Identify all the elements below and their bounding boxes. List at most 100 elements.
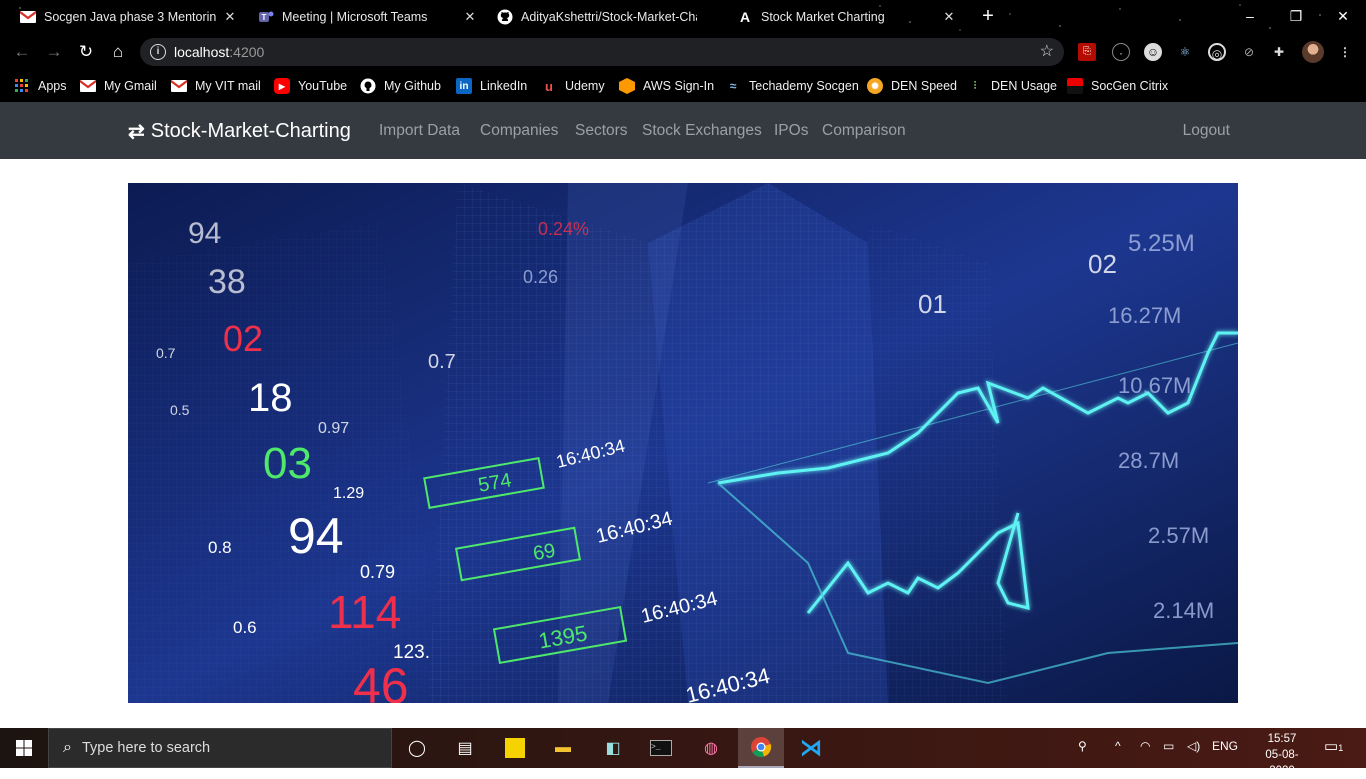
bookmark-socgen-citrix[interactable]: SocGen Citrix bbox=[1067, 76, 1168, 96]
reload-icon[interactable]: ↻ bbox=[76, 42, 96, 62]
forward-arrow-icon[interactable]: → bbox=[44, 42, 64, 62]
bookmark-label: Apps bbox=[38, 79, 67, 93]
techademy-icon: ≈ bbox=[729, 79, 737, 93]
value-0-26: 0.26 bbox=[523, 267, 558, 287]
chrome-taskbar-icon[interactable] bbox=[738, 728, 784, 768]
nav-companies[interactable]: Companies bbox=[480, 122, 558, 140]
nav-comparison[interactable]: Comparison bbox=[822, 122, 906, 140]
bookmark-my-gmail[interactable]: My Gmail bbox=[80, 76, 157, 96]
terminal-icon[interactable]: >_ bbox=[646, 734, 676, 762]
hero-illustration: 94 38 02 18 0.7 0.5 0.8 0.6 1.29 0.97 0.… bbox=[128, 183, 1238, 703]
bookmark-techademy[interactable]: ≈ Techademy Socgen bbox=[725, 76, 859, 96]
wifi-icon[interactable]: ◠ bbox=[1140, 739, 1150, 753]
volume-icon[interactable]: ◁) bbox=[1187, 739, 1200, 753]
address-bar[interactable]: i localhost:4200 ☆ bbox=[140, 38, 1064, 66]
home-icon[interactable]: ⌂ bbox=[108, 42, 128, 62]
bookmark-den-usage[interactable]: ⫶ DEN Usage bbox=[967, 76, 1057, 96]
ghost-extension-icon[interactable]: ☺ bbox=[1144, 43, 1162, 61]
ticker-0-5: 0.5 bbox=[170, 402, 190, 418]
target-extension-icon[interactable]: ◎ bbox=[1208, 43, 1226, 61]
back-arrow-icon[interactable]: ← bbox=[12, 42, 32, 62]
bookmark-linkedin[interactable]: in LinkedIn bbox=[456, 76, 527, 96]
tab-github-repo[interactable]: AdityaKshettri/Stock-Market-Cha bbox=[497, 0, 717, 34]
pct-0-24: 0.24% bbox=[538, 219, 589, 239]
cortana-icon[interactable]: ◯ bbox=[402, 734, 432, 762]
nav-stock-exchanges[interactable]: Stock Exchanges bbox=[642, 122, 762, 140]
windows-taskbar: ⌕ Type here to search ◯ ▤ ▬ ◧ >_ ◍ ⋊ ⚲ ^… bbox=[0, 728, 1366, 777]
volume-2-14m: 2.14M bbox=[1153, 598, 1214, 623]
bookmark-aws-sign-in[interactable]: AWS Sign-In bbox=[619, 76, 714, 96]
browser-toolbar: ← → ↻ ⌂ i localhost:4200 ☆ ⎘ · ☺ ⚛ ◎ ⊘ ✚… bbox=[0, 34, 1366, 70]
close-window-icon[interactable]: ✕ bbox=[1333, 6, 1353, 26]
bookmark-label: My Github bbox=[384, 79, 441, 93]
people-icon[interactable]: ⚲ bbox=[1078, 739, 1087, 753]
volume-2-57m: 2.57M bbox=[1148, 523, 1209, 548]
bookmark-udemy[interactable]: u Udemy bbox=[541, 76, 605, 96]
new-tab-button[interactable]: + bbox=[978, 6, 998, 26]
sticky-notes-icon[interactable] bbox=[500, 734, 530, 762]
restore-icon[interactable]: ❐ bbox=[1286, 6, 1306, 26]
profile-avatar[interactable] bbox=[1302, 41, 1324, 63]
url-host: localhost bbox=[174, 44, 230, 60]
bookmark-apps[interactable]: Apps bbox=[14, 76, 67, 96]
tab-teams-meeting[interactable]: T Meeting | Microsoft Teams ✕ bbox=[258, 0, 478, 34]
logout-link[interactable]: Logout bbox=[1183, 122, 1230, 140]
taskbar-search-box[interactable]: ⌕ Type here to search bbox=[48, 728, 392, 768]
tab-stock-market-charting[interactable]: A Stock Market Charting ✕ bbox=[737, 0, 957, 34]
bookmark-vit-mail[interactable]: My VIT mail bbox=[171, 76, 261, 96]
ticker-01: 01 bbox=[918, 289, 947, 319]
system-clock[interactable]: 15:57 05-08-2020 bbox=[1262, 731, 1302, 779]
nav-import-data[interactable]: Import Data bbox=[379, 122, 460, 140]
minimize-icon[interactable]: – bbox=[1240, 6, 1260, 26]
brand-link[interactable]: ⇄ Stock-Market-Charting bbox=[128, 119, 351, 144]
bookmark-my-github[interactable]: My Github bbox=[360, 76, 441, 96]
app-navbar: ⇄ Stock-Market-Charting Import Data Comp… bbox=[0, 102, 1366, 159]
extension-icon-2[interactable]: ⊘ bbox=[1240, 43, 1258, 61]
close-tab-icon[interactable]: ✕ bbox=[941, 9, 957, 25]
svg-text:T: T bbox=[262, 13, 267, 22]
bookmark-label: YouTube bbox=[298, 79, 348, 93]
brand-title: Stock-Market-Charting bbox=[150, 120, 351, 142]
bookmark-youtube[interactable]: ▶ YouTube bbox=[274, 76, 347, 96]
vscode-icon[interactable]: ⋊ bbox=[796, 734, 826, 762]
github-icon bbox=[497, 9, 513, 25]
bookmark-label: My Gmail bbox=[104, 79, 157, 93]
search-placeholder: Type here to search bbox=[81, 740, 211, 756]
den-usage-icon: ⫶ bbox=[973, 79, 977, 92]
ticker-03: 03 bbox=[263, 439, 312, 488]
paint-icon[interactable]: ◍ bbox=[696, 734, 726, 762]
bookmark-star-icon[interactable]: ☆ bbox=[1040, 41, 1054, 61]
hero-stock-market-image: 94 38 02 18 0.7 0.5 0.8 0.6 1.29 0.97 0.… bbox=[128, 183, 1238, 703]
bookmark-den-speed[interactable]: ✺ DEN Speed bbox=[867, 76, 957, 96]
pdf-extension-icon[interactable]: ⎘ bbox=[1078, 43, 1096, 61]
ticker-46: 46 bbox=[353, 658, 409, 703]
nav-sectors[interactable]: Sectors bbox=[575, 122, 628, 140]
windows-start-button[interactable] bbox=[0, 728, 48, 768]
menu-kebab-icon[interactable]: ⋮ bbox=[1336, 43, 1354, 61]
notification-center-icon[interactable]: ▭1 bbox=[1324, 737, 1343, 755]
extensions-puzzle-icon[interactable]: ✚ bbox=[1270, 43, 1288, 61]
extension-icon[interactable]: · bbox=[1112, 43, 1130, 61]
browser-tab-strip: Socgen Java phase 3 Mentoring ✕ T Meetin… bbox=[0, 0, 1366, 34]
bookmark-label: AWS Sign-In bbox=[643, 79, 715, 93]
file-explorer-icon[interactable]: ▬ bbox=[548, 734, 578, 762]
react-devtools-icon[interactable]: ⚛ bbox=[1176, 43, 1194, 61]
task-view-icon[interactable]: ▤ bbox=[450, 734, 480, 762]
ticker-02: 02 bbox=[223, 318, 263, 359]
close-tab-icon[interactable]: ✕ bbox=[462, 9, 478, 25]
ticker-94: 94 bbox=[188, 217, 221, 250]
battery-icon[interactable]: ▭ bbox=[1163, 739, 1174, 753]
ticker-02-right: 02 bbox=[1088, 249, 1117, 279]
close-tab-icon[interactable]: ✕ bbox=[222, 9, 238, 25]
youtube-icon: ▶ bbox=[274, 78, 290, 94]
citrix-icon bbox=[1067, 78, 1083, 94]
clock-time: 15:57 bbox=[1267, 733, 1297, 745]
language-indicator[interactable]: ENG bbox=[1212, 739, 1238, 753]
tab-gmail-mentoring[interactable]: Socgen Java phase 3 Mentoring ✕ bbox=[20, 0, 238, 34]
nav-ipos[interactable]: IPOs bbox=[774, 122, 808, 140]
ticker-114: 114 bbox=[328, 586, 401, 638]
tray-chevron-up-icon[interactable]: ^ bbox=[1115, 739, 1121, 753]
notepad-icon[interactable]: ◧ bbox=[598, 734, 628, 762]
site-info-icon[interactable]: i bbox=[150, 44, 166, 60]
url-text[interactable]: localhost:4200 bbox=[174, 44, 264, 60]
